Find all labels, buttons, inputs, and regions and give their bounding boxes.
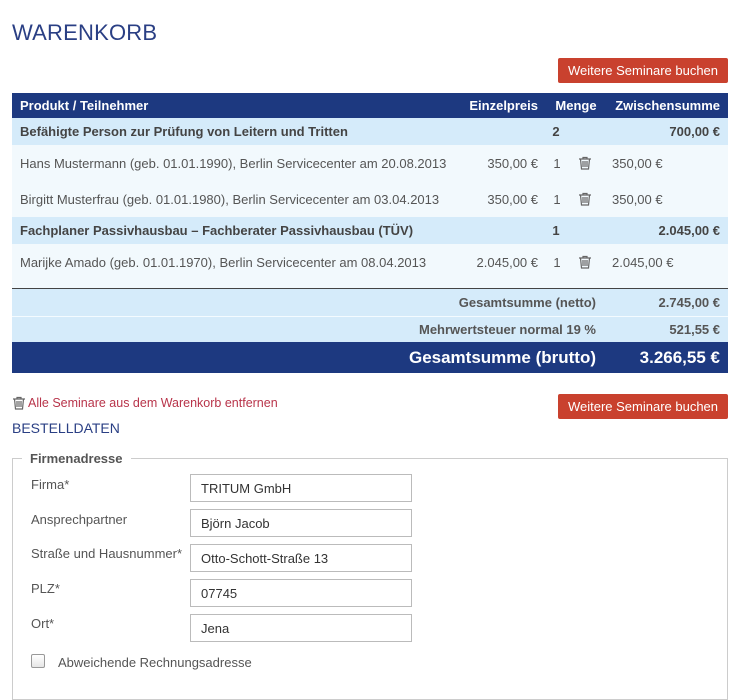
product-subtotal: 700,00 € [669,124,720,139]
participant-price: 350,00 € [487,155,538,171]
trash-icon[interactable] [575,181,595,217]
gross-total-row: Gesamtsumme (brutto) 3.266,55 € [12,342,728,373]
more-seminars-button-top[interactable]: Weitere Seminare buchen [558,58,728,83]
zip-input[interactable] [190,579,412,607]
remove-all-label: Alle Seminare aus dem Warenkorb entferne… [28,396,278,410]
vat-label: Mehrwertsteuer normal 19 % [418,322,596,337]
page-title: WARENKORB [12,20,158,45]
participant-price: 350,00 € [487,191,538,207]
col-quantity: Menge [555,98,597,113]
participant-row: Marijke Amado (geb. 01.01.1970), Berlin … [12,244,728,280]
company-input[interactable] [190,474,412,502]
net-total-value: 2.745,00 € [658,295,720,310]
trash-icon[interactable] [575,145,595,181]
col-unit-price: Einzelpreis [469,98,538,113]
different-billing-label: Abweichende Rechnungsadresse [58,655,252,670]
table-header: Produkt / Teilnehmer Einzelpreis Menge Z… [12,93,728,118]
product-quantity: 1 [552,223,560,238]
field-label: Ort* [31,616,55,631]
participant-desc: Marijke Amado (geb. 01.01.1970), Berlin … [20,254,427,270]
field-label: Ansprechpartner [31,512,128,527]
different-billing-checkbox[interactable] [31,654,45,668]
participant-qty: 1 [553,191,561,207]
participant-desc: Hans Mustermann (geb. 01.01.1990), Berli… [20,155,447,171]
product-quantity: 2 [552,124,560,139]
section-title: BESTELLDATEN [12,420,120,436]
participant-subtotal: 2.045,00 € [612,254,674,270]
product-name: Fachplaner Passivhausbau – Fachberater P… [20,223,414,238]
cart-table: Produkt / Teilnehmer Einzelpreis Menge Z… [12,93,728,373]
field-label: Firma* [31,477,70,492]
product-subtotal: 2.045,00 € [658,223,720,238]
participant-subtotal: 350,00 € [612,155,663,171]
participant-qty: 1 [553,155,561,171]
participant-qty: 1 [553,254,561,270]
net-total-label: Gesamtsumme (netto) [458,295,596,310]
product-row: Befähigte Person zur Prüfung von Leitern… [12,118,728,145]
net-total-row: Gesamtsumme (netto) 2.745,00 € [12,289,728,316]
gross-total-label: Gesamtsumme (brutto) [408,347,596,367]
vat-value: 521,55 € [669,322,720,337]
contact-person-input[interactable] [190,509,412,537]
participant-subtotal: 350,00 € [612,191,663,207]
fieldset-legend: Firmenadresse [22,451,131,466]
participant-row: Birgitt Musterfrau (geb. 01.01.1980), Be… [12,181,728,217]
col-product: Produkt / Teilnehmer [20,98,149,113]
product-name: Befähigte Person zur Prüfung von Leitern… [20,124,348,139]
col-subtotal: Zwischensumme [615,98,720,113]
vat-row: Mehrwertsteuer normal 19 % 521,55 € [12,316,728,342]
city-input[interactable] [190,614,412,642]
more-seminars-button-bottom[interactable]: Weitere Seminare buchen [558,394,728,419]
participant-price: 2.045,00 € [476,254,538,270]
gross-total-value: 3.266,55 € [639,347,720,367]
trash-icon [13,396,25,410]
remove-all-link[interactable]: Alle Seminare aus dem Warenkorb entferne… [12,396,278,410]
street-input[interactable] [190,544,412,572]
trash-icon[interactable] [575,244,595,280]
participant-row: Hans Mustermann (geb. 01.01.1990), Berli… [12,145,728,181]
participant-desc: Birgitt Musterfrau (geb. 01.01.1980), Be… [20,191,440,207]
field-label: Straße und Hausnummer* [31,546,183,561]
product-row: Fachplaner Passivhausbau – Fachberater P… [12,217,728,244]
field-label: PLZ* [31,581,60,596]
